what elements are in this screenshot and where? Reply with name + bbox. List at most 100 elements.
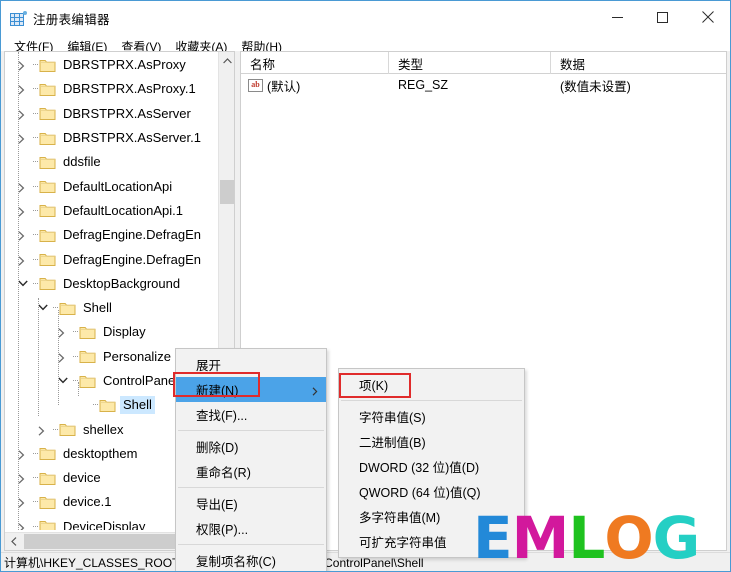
tree-guide-line [30,272,39,296]
tree-node-label: DBRSTPRX.AsServer.1 [63,130,201,146]
tree-node[interactable]: DBRSTPRX.AsProxy.1 [5,77,218,101]
tree-node-label: ControlPanel [103,373,179,388]
folder-icon [79,325,96,340]
context-menu-item-label: 新建(N) [196,384,239,398]
emlog-letter: M [511,503,570,572]
sub-binary-value[interactable]: 二进制值(B) [339,429,524,454]
sub-key[interactable]: 项(K) [339,372,524,397]
scroll-up-arrow-icon[interactable] [219,52,234,69]
tree-node[interactable]: DBRSTPRX.AsServer [5,102,218,126]
tree-node[interactable]: DBRSTPRX.AsProxy [5,53,218,77]
folder-icon [39,155,56,170]
tree-node-leaf-spacer [75,393,90,417]
submenu-item-label: 可扩充字符串值 [359,536,447,550]
tree-context-menu: 展开新建(N) 查找(F)... 删除(D) 重命名(R) 导出(E) 权限(P)... 复… [175,348,327,571]
emlog-letter: L [568,503,605,572]
context-menu-item-label: 查找(F)... [196,409,248,423]
registry-editor-icon [10,10,27,27]
tree-node-label: device.1 [63,494,112,510]
tree-node[interactable]: DefaultLocationApi.1 [5,199,218,223]
context-menu-item-label: 展开 [196,359,222,373]
tree-guide-line [78,382,79,396]
sub-dword-value[interactable]: DWORD (32 位)值(D) [339,454,524,479]
value-type-cell: REG_SZ [398,78,449,92]
tree-node[interactable]: DefragEngine.DefragEn [5,247,218,271]
tree-node[interactable]: DBRSTPRX.AsServer.1 [5,126,218,150]
menu-separator [178,544,324,545]
menu-separator [178,487,324,488]
folder-icon [79,374,96,389]
sub-string-value[interactable]: 字符串值(S) [339,404,524,429]
window-title: 注册表编辑器 [33,13,110,27]
folder-icon [39,82,56,97]
tree-vscroll-thumb[interactable] [220,180,234,204]
chevron-right-icon[interactable] [35,418,50,442]
menu-separator [178,430,324,431]
tree-node-label: desktopthem [63,445,138,461]
submenu-item-label: QWORD (64 位)值(Q) [359,486,481,500]
submenu-item-label: DWORD (32 位)值(D) [359,461,480,475]
tree-node-label: DBRSTPRX.AsServer [63,105,191,121]
context-menu-item-label: 权限(P)... [196,523,249,537]
submenu-item-label: 字符串值(S) [359,411,426,425]
tree-guide-line [30,223,39,247]
tree-guide-line [70,320,79,344]
ctx-expand[interactable]: 展开 [176,352,326,377]
tree-guide-line [18,52,19,530]
tree-node-label: DefragEngine.DefragEn [63,227,202,243]
tree-node[interactable]: DefaultLocationApi [5,174,218,198]
tree-node-label: DefaultLocationApi [63,178,173,194]
value-row[interactable]: ab (默认) REG_SZ (数值未设置) [241,74,726,96]
folder-icon [39,495,56,510]
tree-guide-line [30,248,39,272]
scroll-left-arrow-icon[interactable] [5,533,22,550]
ctx-delete[interactable]: 删除(D) [176,434,326,459]
column-header-type[interactable]: 类型 [389,52,551,74]
emlog-letter: O [604,503,653,572]
ctx-copy-key-name[interactable]: 复制项名称(C) [176,548,326,571]
tree-node[interactable]: Shell [5,296,218,320]
folder-icon [39,276,56,291]
title-bar: 注册表编辑器 [1,1,730,36]
tree-guide-line [50,418,59,442]
tree-node-label: shellex [83,421,124,437]
chevron-right-icon [312,385,318,399]
tree-node[interactable]: DefragEngine.DefragEn [5,223,218,247]
tree-guide-line [30,442,39,466]
ctx-rename[interactable]: 重命名(R) [176,459,326,484]
close-button[interactable] [685,1,730,33]
context-menu-item-label: 复制项名称(C) [196,555,276,569]
tree-node-label: ddsfile [63,154,101,170]
tree-node-label: DBRSTPRX.AsProxy [63,57,186,73]
minimize-button[interactable] [595,1,640,33]
tree-node[interactable]: DesktopBackground [5,272,218,296]
folder-icon [59,422,76,437]
ctx-find[interactable]: 查找(F)... [176,402,326,427]
context-menu-item-label: 删除(D) [196,441,239,455]
ctx-permissions[interactable]: 权限(P)... [176,516,326,541]
tree-guide-line [30,53,39,77]
value-name-cell: ab (默认) [241,76,389,95]
value-list-header: 名称 类型 数据 [241,52,726,74]
column-header-name[interactable]: 名称 [241,52,389,74]
maximize-button[interactable] [640,1,685,33]
tree-node-label: DBRSTPRX.AsProxy.1 [63,81,196,97]
column-header-data[interactable]: 数据 [551,52,726,74]
emlog-letter: G [652,503,701,572]
tree-guide-line [58,310,59,405]
tree-guide-line [30,515,39,530]
tree-node-label: DesktopBackground [63,275,181,291]
folder-icon [39,228,56,243]
tree-node[interactable]: Display [5,320,218,344]
tree-node[interactable]: ddsfile [5,150,218,174]
emlog-watermark: EMLOG [473,503,701,572]
tree-node-label: DefragEngine.DefragEn [63,251,202,267]
sub-qword-value[interactable]: QWORD (64 位)值(Q) [339,479,524,504]
tree-guide-line [30,77,39,101]
folder-icon [59,301,76,316]
folder-icon [39,519,56,530]
tree-guide-line [30,490,39,514]
ctx-export[interactable]: 导出(E) [176,491,326,516]
tree-guide-line [30,199,39,223]
ctx-new[interactable]: 新建(N) [176,377,326,402]
